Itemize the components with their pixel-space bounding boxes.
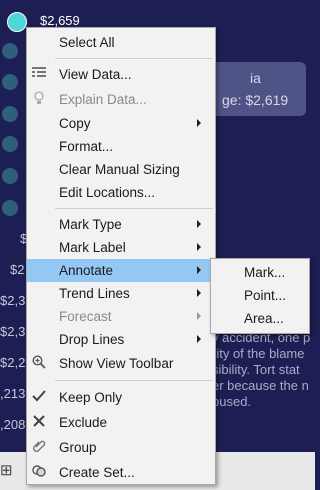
x-icon [31, 414, 47, 430]
menu-item-select-all[interactable]: Select All [27, 31, 215, 54]
menu-item-exclude[interactable]: Exclude [27, 411, 215, 434]
menu-separator [55, 208, 213, 209]
menu-separator [55, 380, 213, 381]
mark-value: $2,3 [0, 324, 26, 339]
submenu-arrow-icon [197, 266, 201, 274]
tooltip-line: ge: $2,619 [222, 92, 289, 108]
submenu-arrow-icon [197, 289, 201, 297]
menu-item-view-data[interactable]: View Data... [27, 63, 215, 86]
mark-dot[interactable] [2, 168, 18, 184]
mark-dot[interactable] [2, 74, 18, 90]
submenu-arrow-icon [197, 220, 201, 228]
menu-item-group[interactable]: Group [27, 436, 215, 459]
submenu-item-point[interactable]: Point... [211, 285, 309, 307]
menu-item-keep-only[interactable]: Keep Only [27, 386, 215, 409]
menu-item-format[interactable]: Format... [27, 135, 215, 158]
paperclip-icon [31, 439, 47, 455]
menu-item-show-view-toolbar[interactable]: Show View Toolbar [27, 352, 215, 375]
menu-item-clear-manual-sizing[interactable]: Clear Manual Sizing [27, 158, 215, 181]
checkmark-icon [31, 389, 47, 405]
menu-item-explain-data[interactable]: Explain Data... [27, 88, 215, 111]
background-paragraph: y accident, one p rity of the blame sibi… [212, 330, 311, 409]
menu-item-create-set[interactable]: Create Set... [27, 461, 215, 484]
selected-mark-dot[interactable] [7, 12, 27, 32]
menu-item-mark-type[interactable]: Mark Type [27, 213, 215, 236]
tooltip: ia ge: $2,619 [210, 62, 306, 116]
submenu-item-mark[interactable]: Mark... [211, 262, 309, 284]
context-menu: Select All View Data... Explain Data... … [26, 27, 216, 485]
submenu-arrow-icon [197, 243, 201, 251]
table-icon [31, 66, 47, 82]
submenu-arrow-icon [197, 335, 201, 343]
submenu-arrow-icon [197, 119, 201, 127]
lightbulb-icon [31, 91, 47, 107]
mark-value: $2 [10, 262, 25, 277]
submenu-arrow-icon [197, 312, 201, 320]
menu-item-mark-label[interactable]: Mark Label [27, 236, 215, 259]
mark-value: $2,3 [0, 293, 26, 308]
menu-item-copy[interactable]: Copy [27, 112, 215, 135]
mark-value: ,213 [0, 386, 26, 401]
mark-dot[interactable] [2, 136, 18, 152]
mark-dot[interactable] [2, 106, 18, 122]
menu-item-drop-lines[interactable]: Drop Lines [27, 328, 215, 351]
menu-separator [55, 58, 213, 59]
annotate-submenu: Mark... Point... Area... [210, 258, 310, 334]
menu-item-edit-locations[interactable]: Edit Locations... [27, 181, 215, 204]
sheet-add-icon[interactable]: ⊞ [0, 461, 13, 479]
mark-value: ,208 [0, 417, 26, 432]
menu-item-forecast[interactable]: Forecast [27, 305, 215, 328]
mark-dot[interactable] [2, 200, 18, 216]
zoom-in-icon [31, 355, 47, 371]
submenu-item-area[interactable]: Area... [211, 308, 309, 330]
tooltip-line: ia [250, 70, 261, 86]
menu-item-annotate[interactable]: Annotate [27, 259, 211, 282]
menu-item-trend-lines[interactable]: Trend Lines [27, 282, 215, 305]
set-icon [31, 464, 47, 480]
mark-dot[interactable] [2, 43, 18, 59]
selected-mark-value: $2,659 [40, 13, 80, 28]
